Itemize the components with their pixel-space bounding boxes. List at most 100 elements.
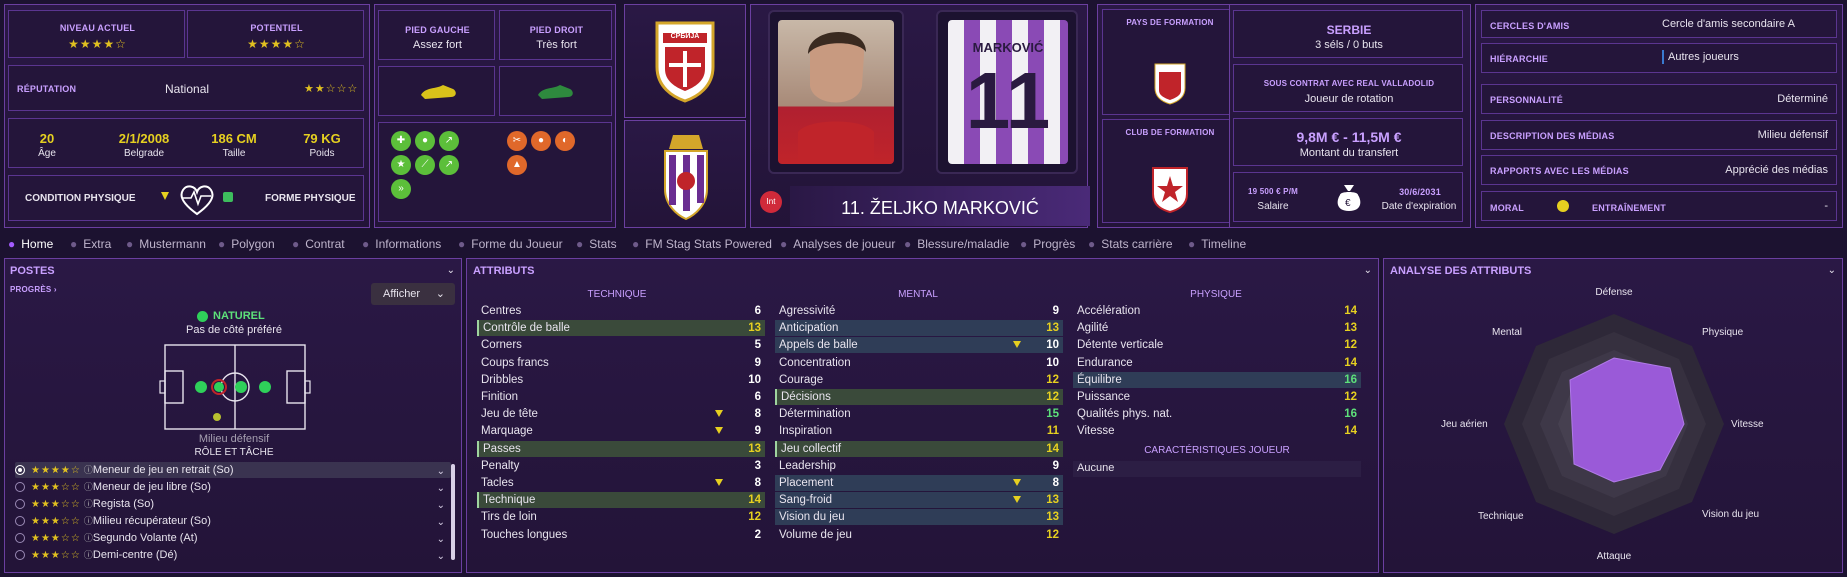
chevron-down-icon[interactable]: ⌄ <box>437 481 445 497</box>
attribute-value: 5 <box>754 339 761 352</box>
attribute-row[interactable]: Équilibre 16 <box>1073 371 1361 388</box>
chevron-down-icon[interactable]: ⌄ <box>437 549 445 565</box>
trait-icon-7[interactable]: » <box>391 179 411 199</box>
attribute-row[interactable]: Agressivité 9 <box>775 303 1063 319</box>
attribute-row[interactable]: Penalty 3 <box>477 458 765 474</box>
chevron-down-icon[interactable]: ⌄ <box>437 464 445 480</box>
trait-icon-6[interactable]: ↗ <box>439 155 459 175</box>
trait-icon-1[interactable]: ✚ <box>391 131 411 151</box>
trait-icon-11[interactable]: ▲ <box>507 155 527 175</box>
trait-icon-9[interactable]: ● <box>531 131 551 151</box>
attribute-row[interactable]: Dribbles 10 <box>477 372 765 388</box>
role-row[interactable]: ★★★★☆ ⓘMeneur de jeu en retrait (So) ⌄ <box>15 462 451 478</box>
attribute-name: Passes <box>483 442 521 455</box>
attribute-value: 12 <box>1344 339 1357 352</box>
info-icon[interactable]: ⓘ <box>84 465 93 475</box>
attribute-row[interactable]: Inspiration 11 <box>775 423 1063 439</box>
attribute-row[interactable]: Agilité 13 <box>1073 320 1361 336</box>
chevron-down-icon[interactable]: ⌄ <box>437 498 445 514</box>
attribute-row[interactable]: Sang-froid 13 <box>775 492 1063 509</box>
attribute-row[interactable]: Touches longues 2 <box>477 527 765 543</box>
trait-icon-3[interactable]: ↗ <box>439 131 459 151</box>
attribute-row[interactable]: Jeu de tête 8 <box>477 406 765 422</box>
attribute-row[interactable]: Passes 13 <box>477 440 765 457</box>
expiry-value: 30/6/2031 <box>1399 187 1441 197</box>
attribute-row[interactable]: Vision du jeu 13 <box>775 509 1063 526</box>
tab-stats[interactable]: ● Stats <box>576 237 617 251</box>
trait-icon-8[interactable]: ✂ <box>507 131 527 151</box>
attribute-row[interactable]: Détermination 15 <box>775 406 1063 422</box>
role-row[interactable]: ★★★☆☆ ⓘRegista (So) ⌄ <box>15 496 451 512</box>
trait-icon-2[interactable]: ● <box>415 131 435 151</box>
attribute-row[interactable]: Coups francs 9 <box>477 355 765 371</box>
attribute-row[interactable]: Détente verticale 12 <box>1073 337 1361 353</box>
info-row: MORAL ENTRAÎNEMENT - <box>1481 191 1837 221</box>
trait-icon-4[interactable]: ★ <box>391 155 411 175</box>
attribute-row[interactable]: Tirs de loin 12 <box>477 509 765 525</box>
attribute-row[interactable]: Appels de balle 10 <box>775 337 1063 354</box>
tab-mustermann[interactable]: ● Mustermann <box>126 237 206 251</box>
attributes-collapse-icon[interactable]: ⌄ <box>1364 265 1372 276</box>
attribute-row[interactable]: Jeu collectif 14 <box>775 440 1063 457</box>
tab-blessure[interactable]: ● Blessure/maladie <box>904 237 1009 251</box>
tab-polygon[interactable]: ● Polygon <box>218 237 275 251</box>
attribute-row[interactable]: Vitesse 14 <box>1073 423 1361 439</box>
attribute-row[interactable]: Accélération 14 <box>1073 303 1361 319</box>
info-icon[interactable]: ⓘ <box>84 482 93 492</box>
trait-icon-5[interactable]: ⟋ <box>415 155 435 175</box>
tab-stats-carriere[interactable]: ● Stats carrière <box>1088 237 1173 251</box>
progress-link[interactable]: PROGRÈS › <box>10 285 57 294</box>
progress-arrow-icon <box>715 410 723 418</box>
attribute-row[interactable]: Marquage 9 <box>477 423 765 439</box>
attribute-row[interactable]: Qualités phys. nat. 16 <box>1073 406 1361 422</box>
tab-extra[interactable]: ● Extra <box>70 237 111 251</box>
attribute-row[interactable]: Tacles 8 <box>477 475 765 491</box>
shirt-image: MARKOVIĆ 11 <box>936 10 1078 174</box>
attribute-row[interactable]: Décisions 12 <box>775 389 1063 405</box>
attribute-row[interactable]: Placement 8 <box>775 475 1063 491</box>
info-icon[interactable]: ⓘ <box>84 499 93 509</box>
tab-contrat[interactable]: ● Contrat <box>292 237 345 251</box>
attribute-name: Agilité <box>1077 322 1109 335</box>
positions-collapse-icon[interactable]: ⌄ <box>447 265 455 276</box>
attribute-row[interactable]: Anticipation 13 <box>775 320 1063 337</box>
tab-timeline[interactable]: ● Timeline <box>1188 237 1246 251</box>
player-photo <box>768 10 904 174</box>
int-badge[interactable]: Int <box>760 191 782 213</box>
attribute-row[interactable]: Centres 6 <box>477 303 765 319</box>
salary-box: 19 500 € P/M Salaire € 30/6/2031 Date d'… <box>1233 172 1463 222</box>
info-icon[interactable]: ⓘ <box>84 516 93 526</box>
attribute-row[interactable]: Finition 6 <box>477 389 765 405</box>
tab-forme[interactable]: ● Forme du Joueur <box>458 237 563 251</box>
info-icon[interactable]: ⓘ <box>84 533 93 543</box>
roles-scrollbar[interactable] <box>451 464 455 560</box>
attribute-row[interactable]: Endurance 14 <box>1073 355 1361 371</box>
attribute-value: 9 <box>754 356 761 369</box>
role-row[interactable]: ★★★☆☆ ⓘSegundo Volante (At) ⌄ <box>15 530 451 546</box>
info-icon[interactable]: ⓘ <box>84 550 93 560</box>
tab-informations[interactable]: ● Informations <box>362 237 441 251</box>
role-row[interactable]: ★★★☆☆ ⓘMilieu récupérateur (So) ⌄ <box>15 513 451 529</box>
attribute-name: Anticipation <box>779 322 839 335</box>
role-row[interactable]: ★★★☆☆ ⓘMeneur de jeu libre (So) ⌄ <box>15 479 451 495</box>
attribute-row[interactable]: Courage 12 <box>775 372 1063 388</box>
chevron-down-icon[interactable]: ⌄ <box>437 532 445 548</box>
attribute-row[interactable]: Leadership 9 <box>775 458 1063 474</box>
tab-home[interactable]: ● Home <box>8 237 53 251</box>
tab-progres[interactable]: ● Progrès <box>1020 237 1075 251</box>
analysis-collapse-icon[interactable]: ⌄ <box>1828 265 1836 276</box>
role-row[interactable]: ★★★☆☆ ⓘDemi-centre (Dé) ⌄ <box>15 547 451 563</box>
transfer-label: Montant du transfert <box>1299 147 1399 159</box>
attribute-row[interactable]: Contrôle de balle 13 <box>477 320 765 337</box>
player-name: 11. ŽELJKO MARKOVIĆ <box>841 198 1039 218</box>
chevron-down-icon[interactable]: ⌄ <box>437 515 445 531</box>
attribute-row[interactable]: Concentration 10 <box>775 355 1063 371</box>
attribute-row[interactable]: Technique 14 <box>477 492 765 509</box>
show-button[interactable]: Afficher ⌄ <box>371 283 455 305</box>
tab-analyses[interactable]: ● Analyses de joueur <box>780 237 895 251</box>
attribute-row[interactable]: Corners 5 <box>477 337 765 353</box>
tab-fm-stag[interactable]: ● FM Stag Stats Powered <box>632 237 772 251</box>
attribute-row[interactable]: Volume de jeu 12 <box>775 527 1063 543</box>
trait-icon-10[interactable]: ◐ <box>555 131 575 151</box>
attribute-row[interactable]: Puissance 12 <box>1073 389 1361 405</box>
